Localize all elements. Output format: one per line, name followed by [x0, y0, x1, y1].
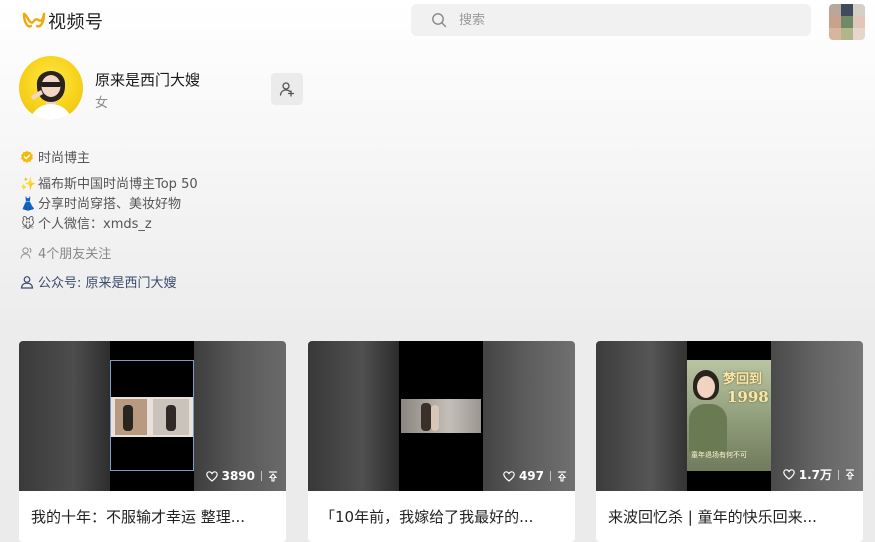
search-icon — [432, 13, 447, 28]
search-input[interactable] — [457, 11, 781, 29]
thumb-overlay-year: 1998 — [727, 388, 769, 406]
video-card[interactable]: 3890 我的十年：不服输才幸运 整理... — [19, 341, 286, 542]
channels-logo[interactable]: 视频号 — [22, 8, 104, 34]
stats-divider — [838, 469, 839, 480]
bio-text: 福布斯中国时尚博主Top 50 — [38, 177, 198, 192]
friends-following: 4个朋友关注 — [20, 243, 111, 262]
bio-text: 个人微信：xmds_z — [38, 217, 152, 232]
mouse-icon: 🐭 — [21, 217, 35, 232]
heart-icon — [503, 470, 515, 482]
verified-badge-icon — [21, 150, 33, 163]
add-user-icon — [279, 82, 295, 97]
heart-icon — [782, 469, 795, 480]
bio-line: 🐭 个人微信：xmds_z — [20, 215, 198, 235]
bio-text: 分享时尚穿搭、美妆好物 — [38, 197, 182, 212]
official-account-label: 公众号: 原来是西门大嫂 — [38, 276, 177, 291]
video-stats: 3890 — [205, 469, 278, 483]
video-title: 「10年前，我嫁给了我最好的... — [320, 508, 534, 526]
profile-gender: 女 — [95, 96, 109, 111]
top-bar: 视频号 — [0, 0, 875, 40]
user-avatar[interactable] — [829, 4, 865, 40]
video-stats: 1.7万 — [782, 466, 855, 483]
sparkle-icon: ✨ — [20, 177, 37, 192]
pin-icon — [557, 470, 567, 482]
friends-icon — [20, 246, 32, 259]
stats-divider — [550, 471, 551, 481]
stats-divider — [261, 471, 262, 481]
video-thumbnail: 497 — [308, 341, 575, 491]
thumb-overlay-caption: 童年退场有何不可 — [691, 451, 747, 459]
search-bar[interactable] — [411, 4, 811, 36]
certification-label: 时尚博主 — [38, 151, 91, 166]
profile-name: 原来是西门大嫂 — [95, 71, 201, 89]
profile-bio: ✨ 福布斯中国时尚博主Top 50 👗 分享时尚穿搭、美妆好物 🐭 个人微信：xmds… — [20, 175, 198, 235]
video-card[interactable]: 497 「10年前，我嫁给了我最好的... — [308, 341, 575, 542]
channels-logo-icon — [22, 12, 46, 28]
bio-line: ✨ 福布斯中国时尚博主Top 50 — [20, 175, 198, 195]
pin-icon — [845, 469, 855, 480]
certification: 时尚博主 — [20, 147, 90, 166]
friends-following-label: 4个朋友关注 — [38, 247, 112, 262]
official-account-link[interactable]: 公众号: 原来是西门大嫂 — [20, 272, 177, 291]
official-account-icon — [20, 275, 34, 289]
video-card[interactable]: 梦回到 1998 童年退场有何不可 1.7万 来波回忆杀 | 童年的快乐回来..… — [596, 341, 863, 542]
logo-text: 视频号 — [48, 12, 104, 33]
video-stats: 497 — [503, 469, 567, 483]
video-thumbnail: 梦回到 1998 童年退场有何不可 1.7万 — [596, 341, 863, 491]
video-thumbnail: 3890 — [19, 341, 286, 491]
video-title: 来波回忆杀 | 童年的快乐回来... — [608, 508, 817, 526]
like-count: 1.7万 — [798, 468, 832, 482]
like-count: 497 — [518, 469, 544, 483]
heart-icon — [205, 470, 218, 482]
like-count: 3890 — [221, 469, 255, 483]
thumb-overlay-title: 梦回到 — [723, 372, 763, 387]
bio-line: 👗 分享时尚穿搭、美妆好物 — [20, 195, 198, 215]
profile-avatar — [19, 56, 83, 120]
dress-icon: 👗 — [20, 197, 37, 212]
video-title: 我的十年：不服输才幸运 整理... — [31, 508, 246, 526]
pin-icon — [268, 470, 278, 482]
follow-button[interactable] — [271, 73, 303, 105]
avatar-portrait — [29, 71, 73, 120]
